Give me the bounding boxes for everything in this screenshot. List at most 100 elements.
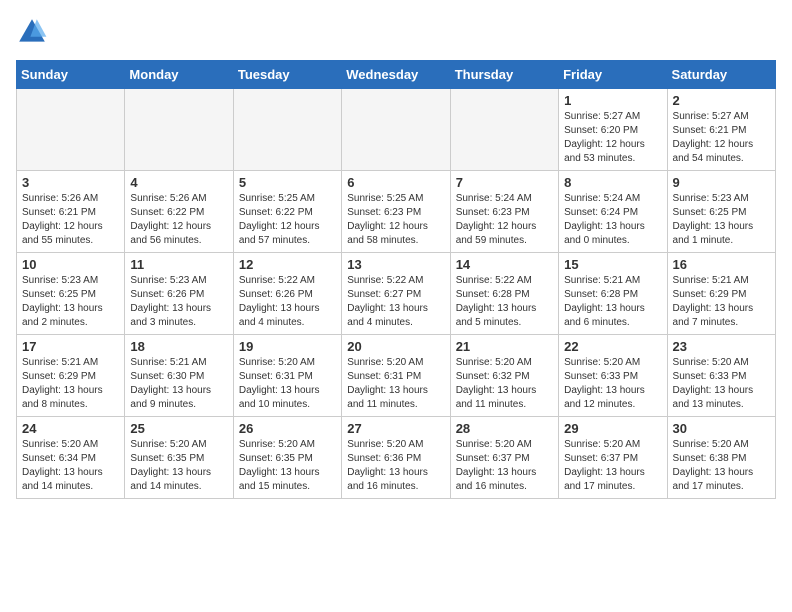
day-info: Sunrise: 5:21 AM Sunset: 6:30 PM Dayligh… xyxy=(130,356,227,412)
calendar-cell: 9Sunrise: 5:23 AM Sunset: 6:25 PM Daylig… xyxy=(667,171,775,253)
day-number: 3 xyxy=(22,175,119,190)
day-info: Sunrise: 5:21 AM Sunset: 6:29 PM Dayligh… xyxy=(22,356,119,412)
calendar-header-sunday: Sunday xyxy=(17,61,125,89)
day-info: Sunrise: 5:20 AM Sunset: 6:35 PM Dayligh… xyxy=(130,438,227,494)
day-info: Sunrise: 5:20 AM Sunset: 6:37 PM Dayligh… xyxy=(456,438,553,494)
day-number: 8 xyxy=(564,175,661,190)
day-info: Sunrise: 5:27 AM Sunset: 6:21 PM Dayligh… xyxy=(673,110,770,166)
calendar-cell: 4Sunrise: 5:26 AM Sunset: 6:22 PM Daylig… xyxy=(125,171,233,253)
calendar-header-monday: Monday xyxy=(125,61,233,89)
day-info: Sunrise: 5:27 AM Sunset: 6:20 PM Dayligh… xyxy=(564,110,661,166)
day-info: Sunrise: 5:26 AM Sunset: 6:22 PM Dayligh… xyxy=(130,192,227,248)
calendar-cell xyxy=(233,89,341,171)
calendar-cell: 18 Sunrise: 5:21 AM Sunset: 6:30 PM Dayli… xyxy=(125,335,233,417)
day-number: 10 xyxy=(22,257,119,272)
calendar-header-friday: Friday xyxy=(559,61,667,89)
day-info: Sunrise: 5:20 AM Sunset: 6:37 PM Dayligh… xyxy=(564,438,661,494)
day-info: Sunrise: 5:25 AM Sunset: 6:22 PM Dayligh… xyxy=(239,192,336,248)
day-info: Sunrise: 5:20 AM Sunset: 6:36 PM Dayligh… xyxy=(347,438,444,494)
calendar-cell: 30 Sunrise: 5:20 AM Sunset: 6:38 PM Dayli… xyxy=(667,417,775,499)
calendar-cell: 1 Sunrise: 5:27 AM Sunset: 6:20 PM Daylig… xyxy=(559,89,667,171)
header xyxy=(16,16,776,48)
calendar-cell: 28 Sunrise: 5:20 AM Sunset: 6:37 PM Dayli… xyxy=(450,417,558,499)
calendar-week-3: 17 Sunrise: 5:21 AM Sunset: 6:29 PM Dayli… xyxy=(17,335,776,417)
day-info: Sunrise: 5:20 AM Sunset: 6:38 PM Dayligh… xyxy=(673,438,770,494)
calendar-week-0: 1 Sunrise: 5:27 AM Sunset: 6:20 PM Daylig… xyxy=(17,89,776,171)
day-info: Sunrise: 5:23 AM Sunset: 6:25 PM Dayligh… xyxy=(22,274,119,330)
calendar-cell xyxy=(17,89,125,171)
day-number: 30 xyxy=(673,421,770,436)
day-number: 28 xyxy=(456,421,553,436)
calendar-cell xyxy=(342,89,450,171)
calendar-cell: 29Sunrise: 5:20 AM Sunset: 6:37 PM Dayli… xyxy=(559,417,667,499)
day-number: 12 xyxy=(239,257,336,272)
day-info: Sunrise: 5:24 AM Sunset: 6:23 PM Dayligh… xyxy=(456,192,553,248)
day-number: 15 xyxy=(564,257,661,272)
calendar-week-2: 10 Sunrise: 5:23 AM Sunset: 6:25 PM Dayli… xyxy=(17,253,776,335)
calendar-cell: 17 Sunrise: 5:21 AM Sunset: 6:29 PM Dayli… xyxy=(17,335,125,417)
calendar-cell: 14 Sunrise: 5:22 AM Sunset: 6:28 PM Dayli… xyxy=(450,253,558,335)
day-number: 1 xyxy=(564,93,661,108)
calendar-cell: 27 Sunrise: 5:20 AM Sunset: 6:36 PM Dayli… xyxy=(342,417,450,499)
calendar-cell: 19Sunrise: 5:20 AM Sunset: 6:31 PM Dayli… xyxy=(233,335,341,417)
day-number: 5 xyxy=(239,175,336,190)
calendar-week-1: 3 Sunrise: 5:26 AM Sunset: 6:21 PM Daylig… xyxy=(17,171,776,253)
day-number: 14 xyxy=(456,257,553,272)
day-number: 7 xyxy=(456,175,553,190)
day-number: 21 xyxy=(456,339,553,354)
calendar-header-saturday: Saturday xyxy=(667,61,775,89)
day-info: Sunrise: 5:20 AM Sunset: 6:32 PM Dayligh… xyxy=(456,356,553,412)
calendar-table: SundayMondayTuesdayWednesdayThursdayFrid… xyxy=(16,60,776,499)
calendar-header-tuesday: Tuesday xyxy=(233,61,341,89)
day-info: Sunrise: 5:20 AM Sunset: 6:31 PM Dayligh… xyxy=(347,356,444,412)
day-number: 20 xyxy=(347,339,444,354)
calendar-cell: 8 Sunrise: 5:24 AM Sunset: 6:24 PM Daylig… xyxy=(559,171,667,253)
day-info: Sunrise: 5:23 AM Sunset: 6:26 PM Dayligh… xyxy=(130,274,227,330)
calendar-cell: 22 Sunrise: 5:20 AM Sunset: 6:33 PM Dayli… xyxy=(559,335,667,417)
day-info: Sunrise: 5:22 AM Sunset: 6:28 PM Dayligh… xyxy=(456,274,553,330)
day-number: 13 xyxy=(347,257,444,272)
day-info: Sunrise: 5:22 AM Sunset: 6:27 PM Dayligh… xyxy=(347,274,444,330)
day-info: Sunrise: 5:20 AM Sunset: 6:33 PM Dayligh… xyxy=(564,356,661,412)
day-number: 23 xyxy=(673,339,770,354)
day-number: 11 xyxy=(130,257,227,272)
day-info: Sunrise: 5:20 AM Sunset: 6:34 PM Dayligh… xyxy=(22,438,119,494)
day-info: Sunrise: 5:22 AM Sunset: 6:26 PM Dayligh… xyxy=(239,274,336,330)
calendar-cell: 3 Sunrise: 5:26 AM Sunset: 6:21 PM Daylig… xyxy=(17,171,125,253)
logo xyxy=(16,16,52,48)
calendar-cell: 23Sunrise: 5:20 AM Sunset: 6:33 PM Dayli… xyxy=(667,335,775,417)
logo-icon xyxy=(16,16,48,48)
calendar-header-row: SundayMondayTuesdayWednesdayThursdayFrid… xyxy=(17,61,776,89)
day-info: Sunrise: 5:25 AM Sunset: 6:23 PM Dayligh… xyxy=(347,192,444,248)
calendar-cell: 5 Sunrise: 5:25 AM Sunset: 6:22 PM Daylig… xyxy=(233,171,341,253)
day-number: 25 xyxy=(130,421,227,436)
day-number: 16 xyxy=(673,257,770,272)
calendar-header-wednesday: Wednesday xyxy=(342,61,450,89)
calendar-cell xyxy=(125,89,233,171)
day-info: Sunrise: 5:21 AM Sunset: 6:29 PM Dayligh… xyxy=(673,274,770,330)
calendar-cell: 13 Sunrise: 5:22 AM Sunset: 6:27 PM Dayli… xyxy=(342,253,450,335)
calendar-cell: 15 Sunrise: 5:21 AM Sunset: 6:28 PM Dayli… xyxy=(559,253,667,335)
day-info: Sunrise: 5:24 AM Sunset: 6:24 PM Dayligh… xyxy=(564,192,661,248)
day-number: 6 xyxy=(347,175,444,190)
day-number: 2 xyxy=(673,93,770,108)
day-number: 27 xyxy=(347,421,444,436)
day-info: Sunrise: 5:26 AM Sunset: 6:21 PM Dayligh… xyxy=(22,192,119,248)
day-number: 22 xyxy=(564,339,661,354)
calendar-cell: 12 Sunrise: 5:22 AM Sunset: 6:26 PM Dayli… xyxy=(233,253,341,335)
day-number: 18 xyxy=(130,339,227,354)
calendar-cell xyxy=(450,89,558,171)
calendar-cell: 20 Sunrise: 5:20 AM Sunset: 6:31 PM Dayli… xyxy=(342,335,450,417)
day-number: 26 xyxy=(239,421,336,436)
calendar-header-thursday: Thursday xyxy=(450,61,558,89)
day-info: Sunrise: 5:21 AM Sunset: 6:28 PM Dayligh… xyxy=(564,274,661,330)
calendar-cell: 24Sunrise: 5:20 AM Sunset: 6:34 PM Dayli… xyxy=(17,417,125,499)
calendar-cell: 2 Sunrise: 5:27 AM Sunset: 6:21 PM Daylig… xyxy=(667,89,775,171)
calendar-cell: 11 Sunrise: 5:23 AM Sunset: 6:26 PM Dayli… xyxy=(125,253,233,335)
day-info: Sunrise: 5:23 AM Sunset: 6:25 PM Dayligh… xyxy=(673,192,770,248)
calendar-cell: 26 Sunrise: 5:20 AM Sunset: 6:35 PM Dayli… xyxy=(233,417,341,499)
day-info: Sunrise: 5:20 AM Sunset: 6:31 PM Dayligh… xyxy=(239,356,336,412)
day-number: 17 xyxy=(22,339,119,354)
day-info: Sunrise: 5:20 AM Sunset: 6:35 PM Dayligh… xyxy=(239,438,336,494)
calendar-cell: 10 Sunrise: 5:23 AM Sunset: 6:25 PM Dayli… xyxy=(17,253,125,335)
